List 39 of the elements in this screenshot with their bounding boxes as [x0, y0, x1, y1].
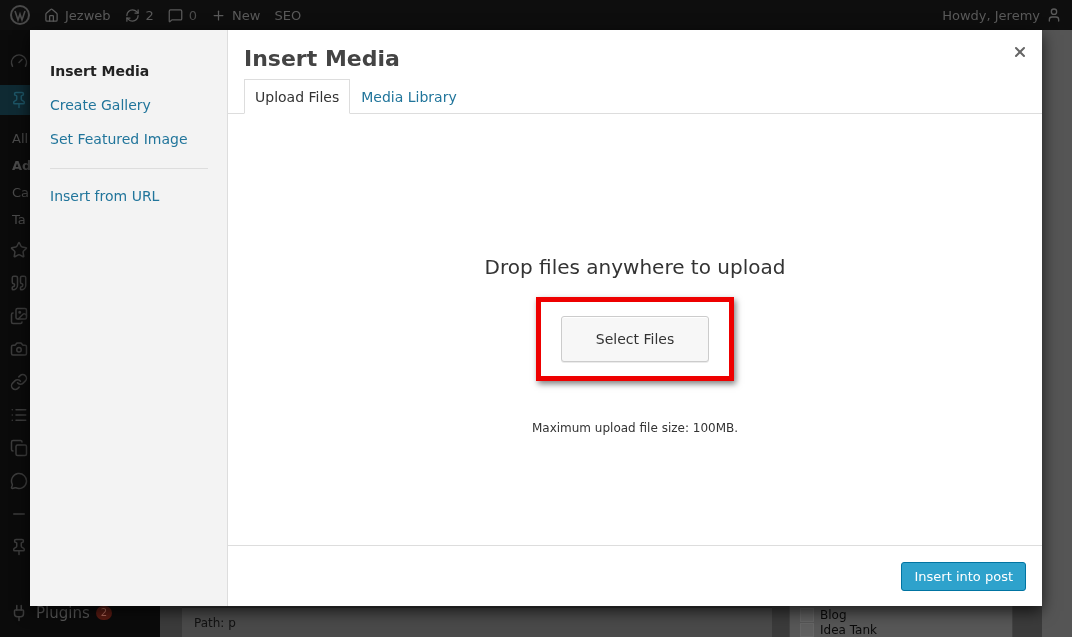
- modal-menu-item[interactable]: Insert from URL: [50, 179, 160, 213]
- drop-heading: Drop files anywhere to upload: [484, 254, 786, 279]
- user-icon[interactable]: [1046, 7, 1062, 23]
- quote-icon[interactable]: [10, 273, 28, 292]
- gauge-icon[interactable]: [10, 51, 28, 70]
- menu-item[interactable]: Plugins: [36, 604, 90, 622]
- seo-link[interactable]: SEO: [274, 7, 302, 23]
- modal-menu-item[interactable]: Set Featured Image: [50, 122, 188, 156]
- new-link[interactable]: New: [232, 7, 261, 23]
- images-icon[interactable]: [10, 306, 28, 325]
- home-icon[interactable]: [44, 7, 59, 23]
- select-files-button[interactable]: Select Files: [561, 315, 709, 362]
- greeting-link[interactable]: Howdy, Jeremy: [942, 7, 1040, 23]
- link-icon[interactable]: [10, 372, 28, 391]
- insert-button[interactable]: Insert into post: [901, 561, 1026, 591]
- close-button[interactable]: [1012, 44, 1028, 60]
- comments-count[interactable]: 0: [188, 7, 198, 23]
- comment-icon[interactable]: [167, 7, 183, 23]
- checkbox-label: Idea Tank: [820, 622, 877, 637]
- refresh-icon[interactable]: [124, 7, 140, 23]
- count-badge: 2: [95, 606, 113, 620]
- pin-icon[interactable]: [10, 91, 28, 109]
- updates-count[interactable]: 2: [145, 7, 154, 23]
- plus-icon[interactable]: [211, 7, 227, 23]
- modal-menu-item[interactable]: Insert Media: [50, 54, 150, 88]
- size-note: Maximum upload file size: 100MB.: [531, 420, 739, 435]
- tab[interactable]: Media Library: [350, 79, 468, 114]
- tab[interactable]: Upload Files: [244, 79, 351, 114]
- speech-bubble-icon[interactable]: [10, 471, 28, 490]
- star-icon[interactable]: [10, 240, 28, 259]
- pin-icon[interactable]: [10, 537, 28, 556]
- modal-menu-item[interactable]: Create Gallery: [50, 88, 151, 122]
- modal-title: Insert Media: [244, 46, 400, 71]
- pages-icon[interactable]: [10, 438, 28, 457]
- checkbox-label: Blog: [820, 607, 847, 622]
- camera-icon[interactable]: [10, 339, 28, 358]
- logo-icon[interactable]: [10, 5, 30, 25]
- checkbox[interactable]: [800, 607, 814, 622]
- site-link[interactable]: Jezweb: [65, 7, 111, 23]
